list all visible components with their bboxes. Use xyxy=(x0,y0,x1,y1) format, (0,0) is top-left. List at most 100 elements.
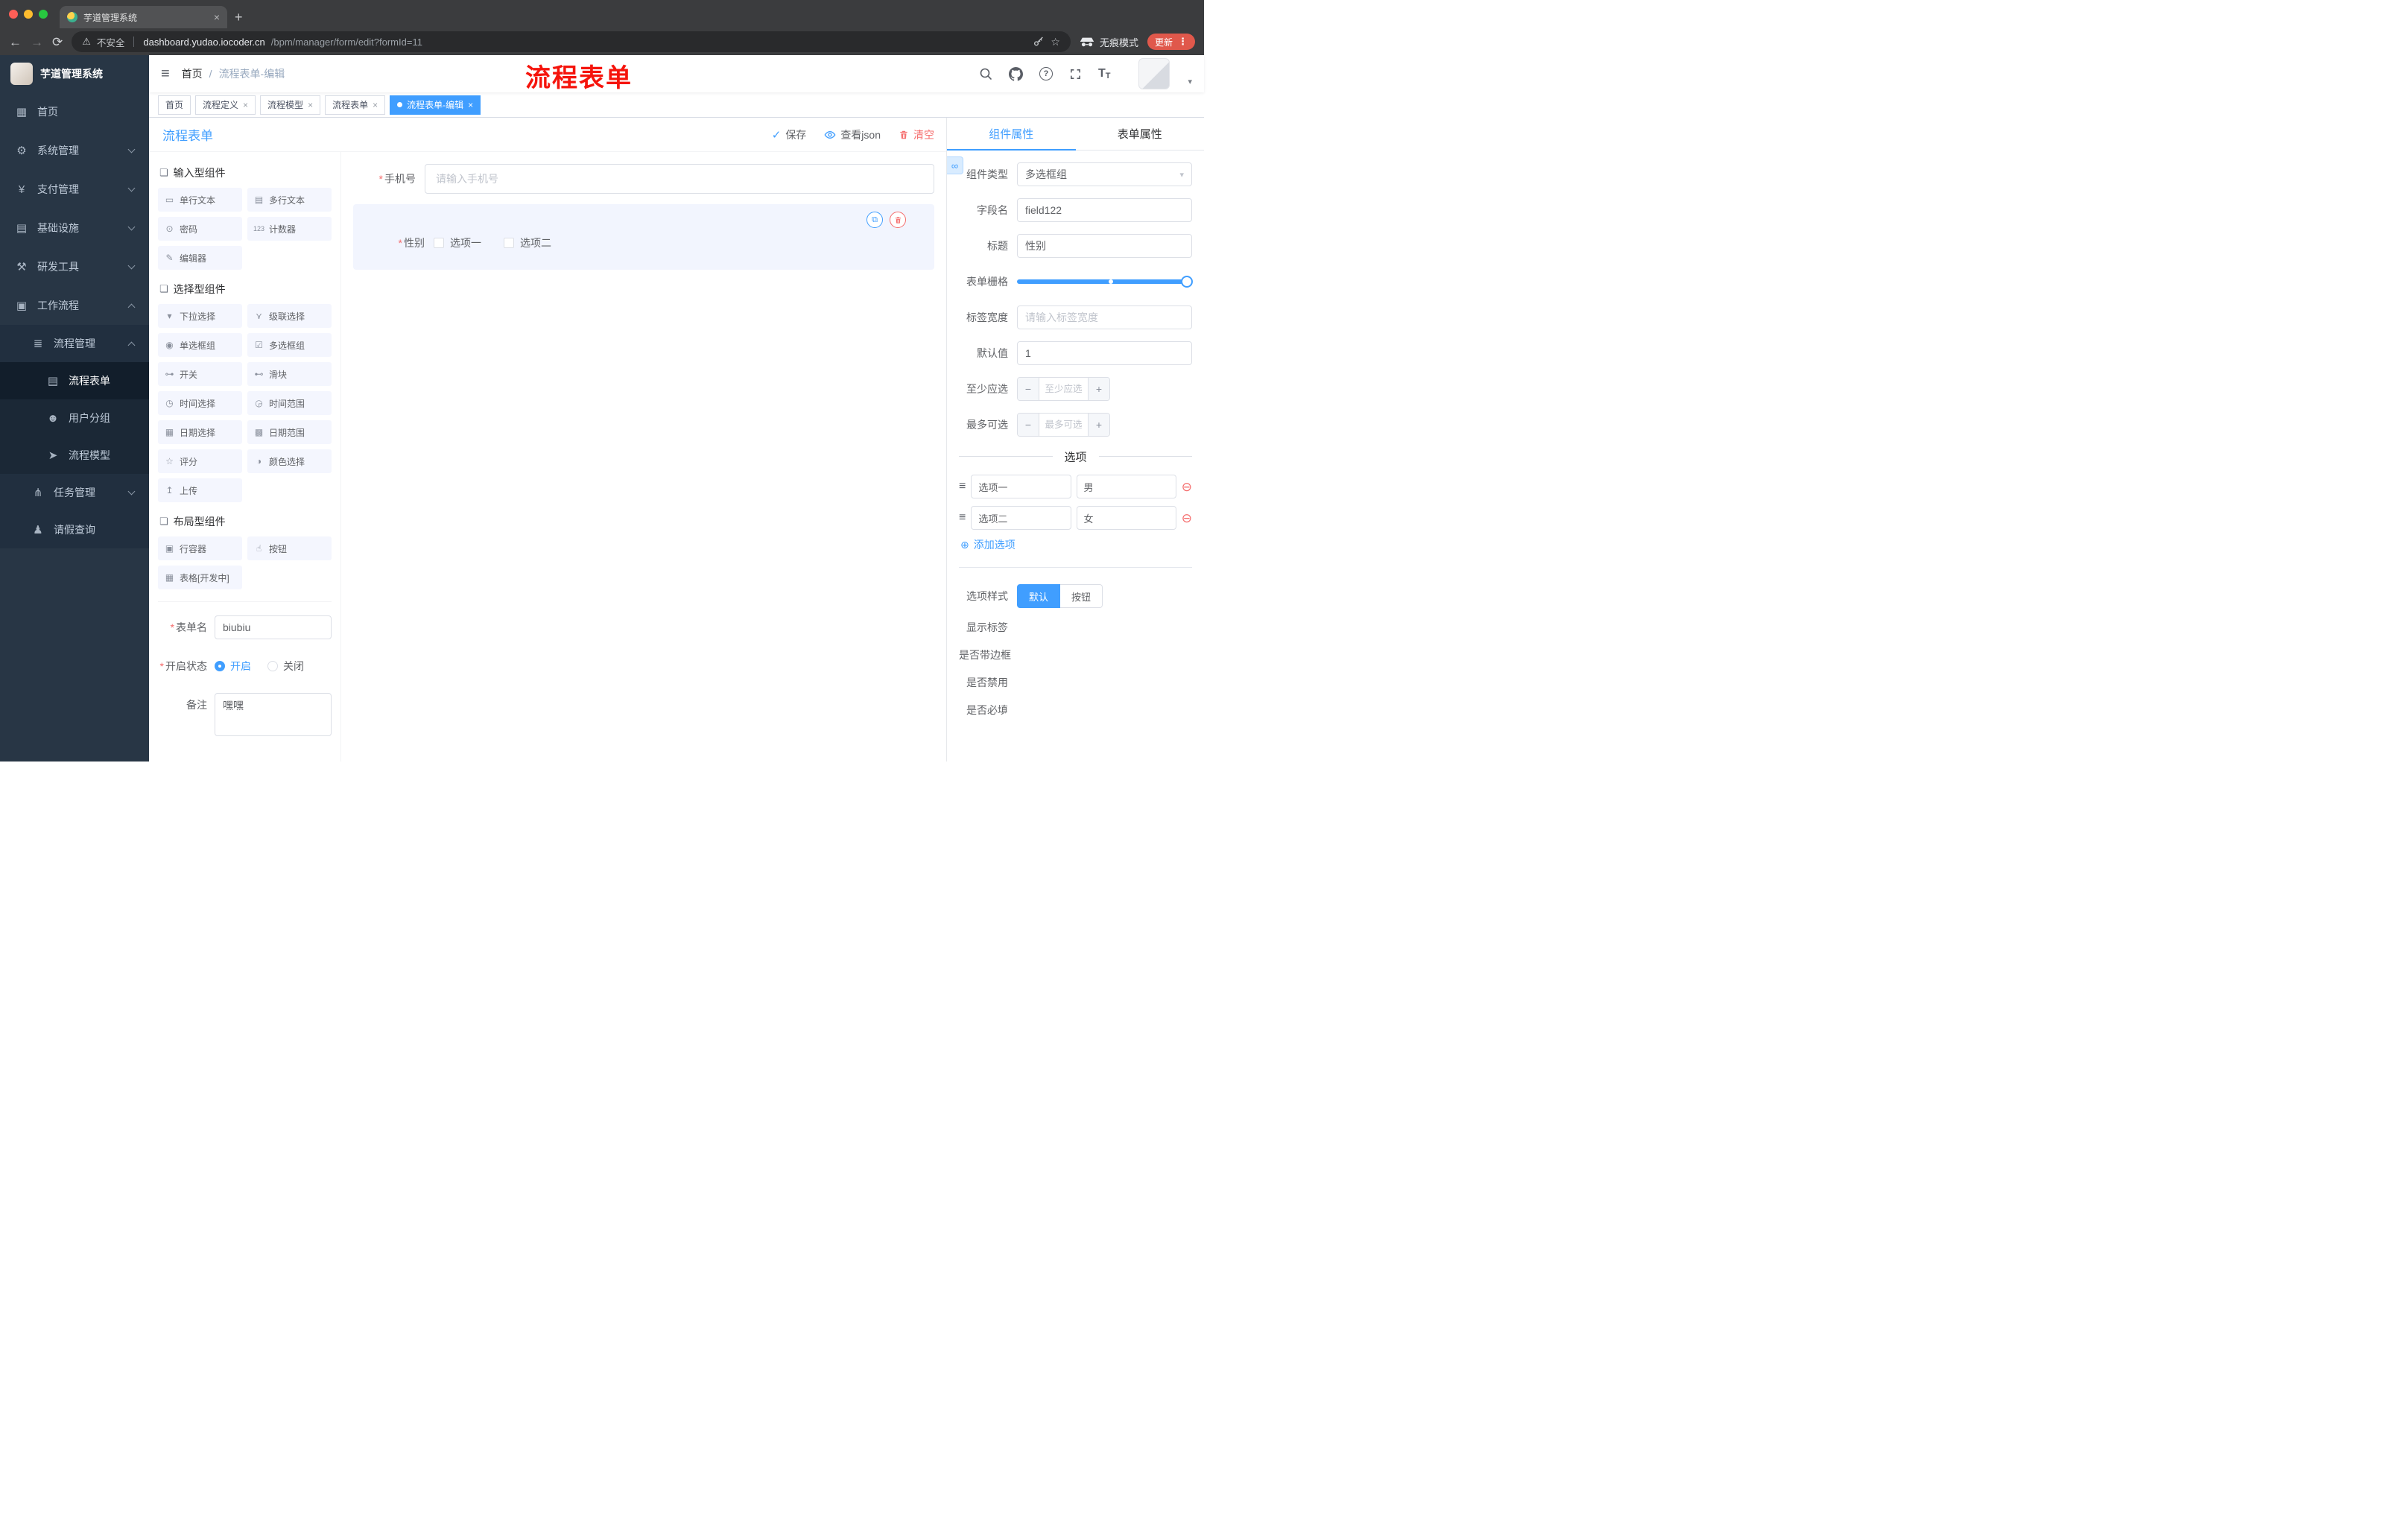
breadcrumb-home[interactable]: 首页 xyxy=(182,66,203,81)
slider-track[interactable] xyxy=(1017,276,1193,288)
sidebar-item-infra[interactable]: ▤ 基础设施 xyxy=(0,209,149,247)
password-key-icon[interactable] xyxy=(1033,36,1045,48)
palette-item-radio-group[interactable]: ◉ 单选框组 xyxy=(158,333,242,357)
option-2-label-input[interactable] xyxy=(971,506,1071,530)
option-2-value-input[interactable] xyxy=(1076,506,1176,530)
delete-component-button[interactable] xyxy=(890,212,906,228)
reload-button[interactable]: ⟳ xyxy=(52,36,63,48)
checkbox-icon[interactable] xyxy=(434,238,444,248)
checkbox-icon[interactable] xyxy=(504,238,514,248)
phone-input[interactable] xyxy=(425,164,934,194)
view-json-button[interactable]: 查看json xyxy=(824,127,881,142)
sidebar-item-user-groups[interactable]: ☻ 用户分组 xyxy=(0,399,149,437)
palette-item-password[interactable]: ⊙ 密码 xyxy=(158,217,242,241)
decrease-button[interactable]: − xyxy=(1018,378,1039,400)
save-button[interactable]: ✓ 保存 xyxy=(772,127,807,142)
tag-close-icon[interactable]: × xyxy=(308,100,313,110)
form-remark-textarea[interactable]: 嘿嘿 xyxy=(215,693,332,736)
drag-handle-icon[interactable]: ≡ xyxy=(959,480,966,493)
forward-button[interactable]: → xyxy=(31,36,43,48)
help-icon[interactable]: ? xyxy=(1039,67,1053,80)
fullscreen-icon[interactable] xyxy=(1069,68,1082,80)
clear-button[interactable]: 清空 xyxy=(899,127,934,142)
default-value-input[interactable] xyxy=(1017,341,1192,365)
sidebar-item-devtools[interactable]: ⚒ 研发工具 xyxy=(0,247,149,286)
user-avatar[interactable] xyxy=(1138,58,1170,89)
title-input[interactable] xyxy=(1017,234,1192,258)
window-minimize-button[interactable] xyxy=(24,10,33,19)
sidebar-item-payment[interactable]: ¥ 支付管理 xyxy=(0,170,149,209)
palette-item-time-range[interactable]: ◶ 时间范围 xyxy=(247,391,332,415)
decrease-button[interactable]: − xyxy=(1018,414,1039,436)
gender-option-1[interactable]: 选项一 xyxy=(434,235,481,250)
tag-process-form-edit[interactable]: 流程表单-编辑 × xyxy=(390,95,481,115)
slider-handle[interactable] xyxy=(1181,276,1193,288)
bookmark-star-icon[interactable]: ☆ xyxy=(1051,36,1060,48)
add-option-button[interactable]: ⊕ 添加选项 xyxy=(960,537,1192,552)
tab-component-props[interactable]: 组件属性 xyxy=(947,118,1076,151)
new-tab-button[interactable]: + xyxy=(235,10,243,25)
increase-button[interactable]: + xyxy=(1089,414,1109,436)
palette-item-color-picker[interactable]: ◑ 颜色选择 xyxy=(247,449,332,473)
hamburger-icon[interactable]: ≡ xyxy=(161,66,170,83)
min-select-input[interactable] xyxy=(1039,378,1089,400)
browser-update-button[interactable]: 更新 ⋮ xyxy=(1147,34,1195,50)
link-icon[interactable]: ∞ xyxy=(947,156,963,174)
grid-slider[interactable] xyxy=(1017,270,1193,294)
sidebar-item-process-form[interactable]: ▤ 流程表单 xyxy=(0,362,149,399)
sidebar-item-process-mgmt[interactable]: ≣ 流程管理 xyxy=(0,325,149,362)
palette-item-editor[interactable]: ✎ 编辑器 xyxy=(158,246,242,270)
palette-item-rate[interactable]: ☆ 评分 xyxy=(158,449,242,473)
sidebar-item-process-model[interactable]: ➤ 流程模型 xyxy=(0,437,149,474)
window-close-button[interactable] xyxy=(9,10,18,19)
address-bar[interactable]: ⚠ 不安全 dashboard.yudao.iocoder.cn/bpm/man… xyxy=(72,31,1071,52)
status-radio-on[interactable]: 开启 xyxy=(215,659,251,674)
increase-button[interactable]: + xyxy=(1089,378,1109,400)
field-name-input[interactable] xyxy=(1017,198,1192,222)
palette-item-row-container[interactable]: ▣ 行容器 xyxy=(158,536,242,560)
back-button[interactable]: ← xyxy=(9,36,22,48)
palette-item-counter[interactable]: 123 计数器 xyxy=(247,217,332,241)
option-1-label-input[interactable] xyxy=(971,475,1071,498)
tab-close-icon[interactable]: × xyxy=(214,11,220,23)
window-zoom-button[interactable] xyxy=(39,10,48,19)
palette-item-multi-text[interactable]: ▤ 多行文本 xyxy=(247,188,332,212)
search-icon[interactable] xyxy=(979,67,992,80)
palette-item-cascader[interactable]: ⋎ 级联选择 xyxy=(247,304,332,328)
copy-component-button[interactable]: ⧉ xyxy=(866,212,883,228)
form-name-input[interactable] xyxy=(215,615,332,639)
selected-component-gender[interactable]: ⧉ * 性别 选项一 选项二 xyxy=(353,204,934,270)
tag-process-model[interactable]: 流程模型 × xyxy=(260,95,321,115)
github-icon[interactable] xyxy=(1008,66,1023,81)
tag-process-definition[interactable]: 流程定义 × xyxy=(195,95,256,115)
font-size-icon[interactable]: TT xyxy=(1098,67,1111,80)
max-select-input[interactable] xyxy=(1039,414,1089,436)
browser-tab[interactable]: 芋道管理系统 × xyxy=(60,6,227,28)
tag-process-form[interactable]: 流程表单 × xyxy=(325,95,386,115)
browser-menu-icon[interactable]: ⋮ xyxy=(1178,36,1188,48)
sidebar-item-system[interactable]: ⚙ 系统管理 xyxy=(0,131,149,170)
sidebar-item-workflow[interactable]: ▣ 工作流程 xyxy=(0,286,149,325)
gender-option-2[interactable]: 选项二 xyxy=(504,235,551,250)
sidebar-item-home[interactable]: ▦ 首页 xyxy=(0,92,149,131)
tab-form-props[interactable]: 表单属性 xyxy=(1076,118,1205,150)
component-type-select[interactable]: 多选框组 ▾ xyxy=(1017,162,1192,186)
tag-home[interactable]: 首页 xyxy=(158,95,191,115)
sidebar-item-task-mgmt[interactable]: ⋔ 任务管理 xyxy=(0,474,149,511)
palette-item-single-text[interactable]: ▭ 单行文本 xyxy=(158,188,242,212)
tag-close-icon[interactable]: × xyxy=(373,100,378,110)
style-default-button[interactable]: 默认 xyxy=(1017,584,1061,608)
sidebar-item-leave-query[interactable]: ♟ 请假查询 xyxy=(0,511,149,548)
palette-item-upload[interactable]: ↥ 上传 xyxy=(158,478,242,502)
tag-close-icon[interactable]: × xyxy=(468,100,473,110)
palette-item-slider[interactable]: ⊷ 滑块 xyxy=(247,362,332,386)
label-width-input[interactable] xyxy=(1017,305,1192,329)
drag-handle-icon[interactable]: ≡ xyxy=(959,511,966,525)
palette-item-date-range[interactable]: ▩ 日期范围 xyxy=(247,420,332,444)
palette-item-select[interactable]: ▾ 下拉选择 xyxy=(158,304,242,328)
palette-item-switch[interactable]: ⊶ 开关 xyxy=(158,362,242,386)
style-button-button[interactable]: 按钮 xyxy=(1060,584,1103,608)
palette-item-time-picker[interactable]: ◷ 时间选择 xyxy=(158,391,242,415)
option-1-value-input[interactable] xyxy=(1076,475,1176,498)
palette-item-date-picker[interactable]: ▦ 日期选择 xyxy=(158,420,242,444)
